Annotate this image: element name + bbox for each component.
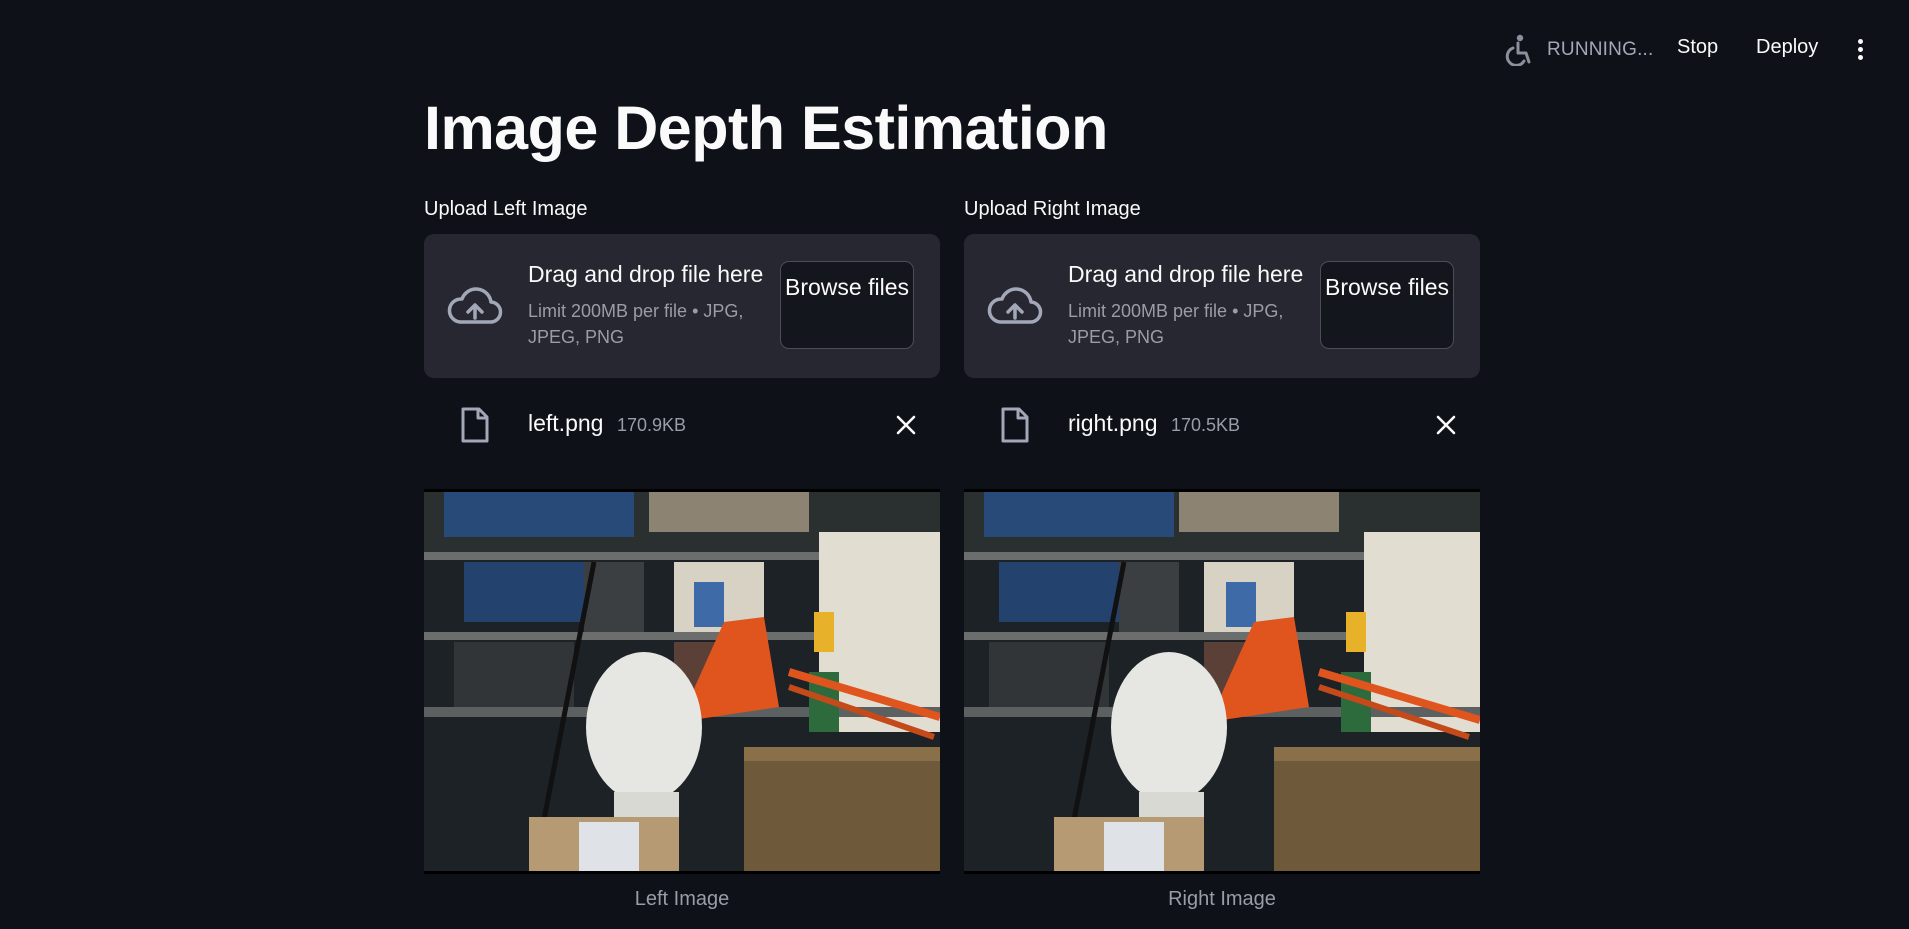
uploaded-file: left.png 170.9KB (424, 378, 940, 466)
browse-files-button[interactable]: Browse files (1320, 261, 1454, 349)
file-icon (1001, 407, 1029, 443)
close-icon[interactable] (1432, 411, 1460, 439)
image-caption: Right Image (1168, 888, 1276, 910)
file-icon (461, 407, 489, 443)
right-image (964, 489, 1480, 874)
top-toolbar: RUNNING... Stop Deploy (0, 0, 1909, 100)
dropzone[interactable]: Drag and drop file here Limit 200MB per … (964, 234, 1480, 378)
left-uploader: Upload Left Image Drag and drop file her… (424, 196, 940, 466)
status-text: RUNNING... (1547, 39, 1654, 60)
deploy-button[interactable]: Deploy (1756, 36, 1818, 59)
left-image (424, 489, 940, 874)
file-name: left.png (528, 410, 604, 436)
close-icon[interactable] (892, 411, 920, 439)
file-name: right.png (1068, 410, 1158, 436)
file-size: 170.5KB (1171, 415, 1241, 435)
uploaded-file: right.png 170.5KB (964, 378, 1480, 466)
dropzone-title: Drag and drop file here (1068, 261, 1304, 287)
file-size: 170.9KB (617, 415, 687, 435)
page-title: Image Depth Estimation (424, 94, 1108, 162)
menu-kebab-icon[interactable] (1850, 36, 1870, 60)
dropzone[interactable]: Drag and drop file here Limit 200MB per … (424, 234, 940, 378)
image-caption: Left Image (634, 888, 730, 910)
stop-button[interactable]: Stop (1677, 36, 1718, 59)
dropzone-title: Drag and drop file here (528, 261, 764, 287)
dropzone-limit: Limit 200MB per file • JPG, JPEG, PNG (1068, 301, 1284, 347)
accessibility-icon (1505, 34, 1531, 66)
cloud-upload-icon (447, 287, 503, 324)
browse-files-button[interactable]: Browse files (780, 261, 914, 349)
upload-label: Upload Right Image (964, 198, 1141, 220)
dropzone-limit: Limit 200MB per file • JPG, JPEG, PNG (528, 301, 744, 347)
cloud-upload-icon (987, 287, 1043, 324)
running-status: RUNNING... (1503, 34, 1654, 66)
upload-label: Upload Left Image (424, 198, 588, 220)
right-uploader: Upload Right Image Drag and drop file he… (964, 196, 1480, 466)
